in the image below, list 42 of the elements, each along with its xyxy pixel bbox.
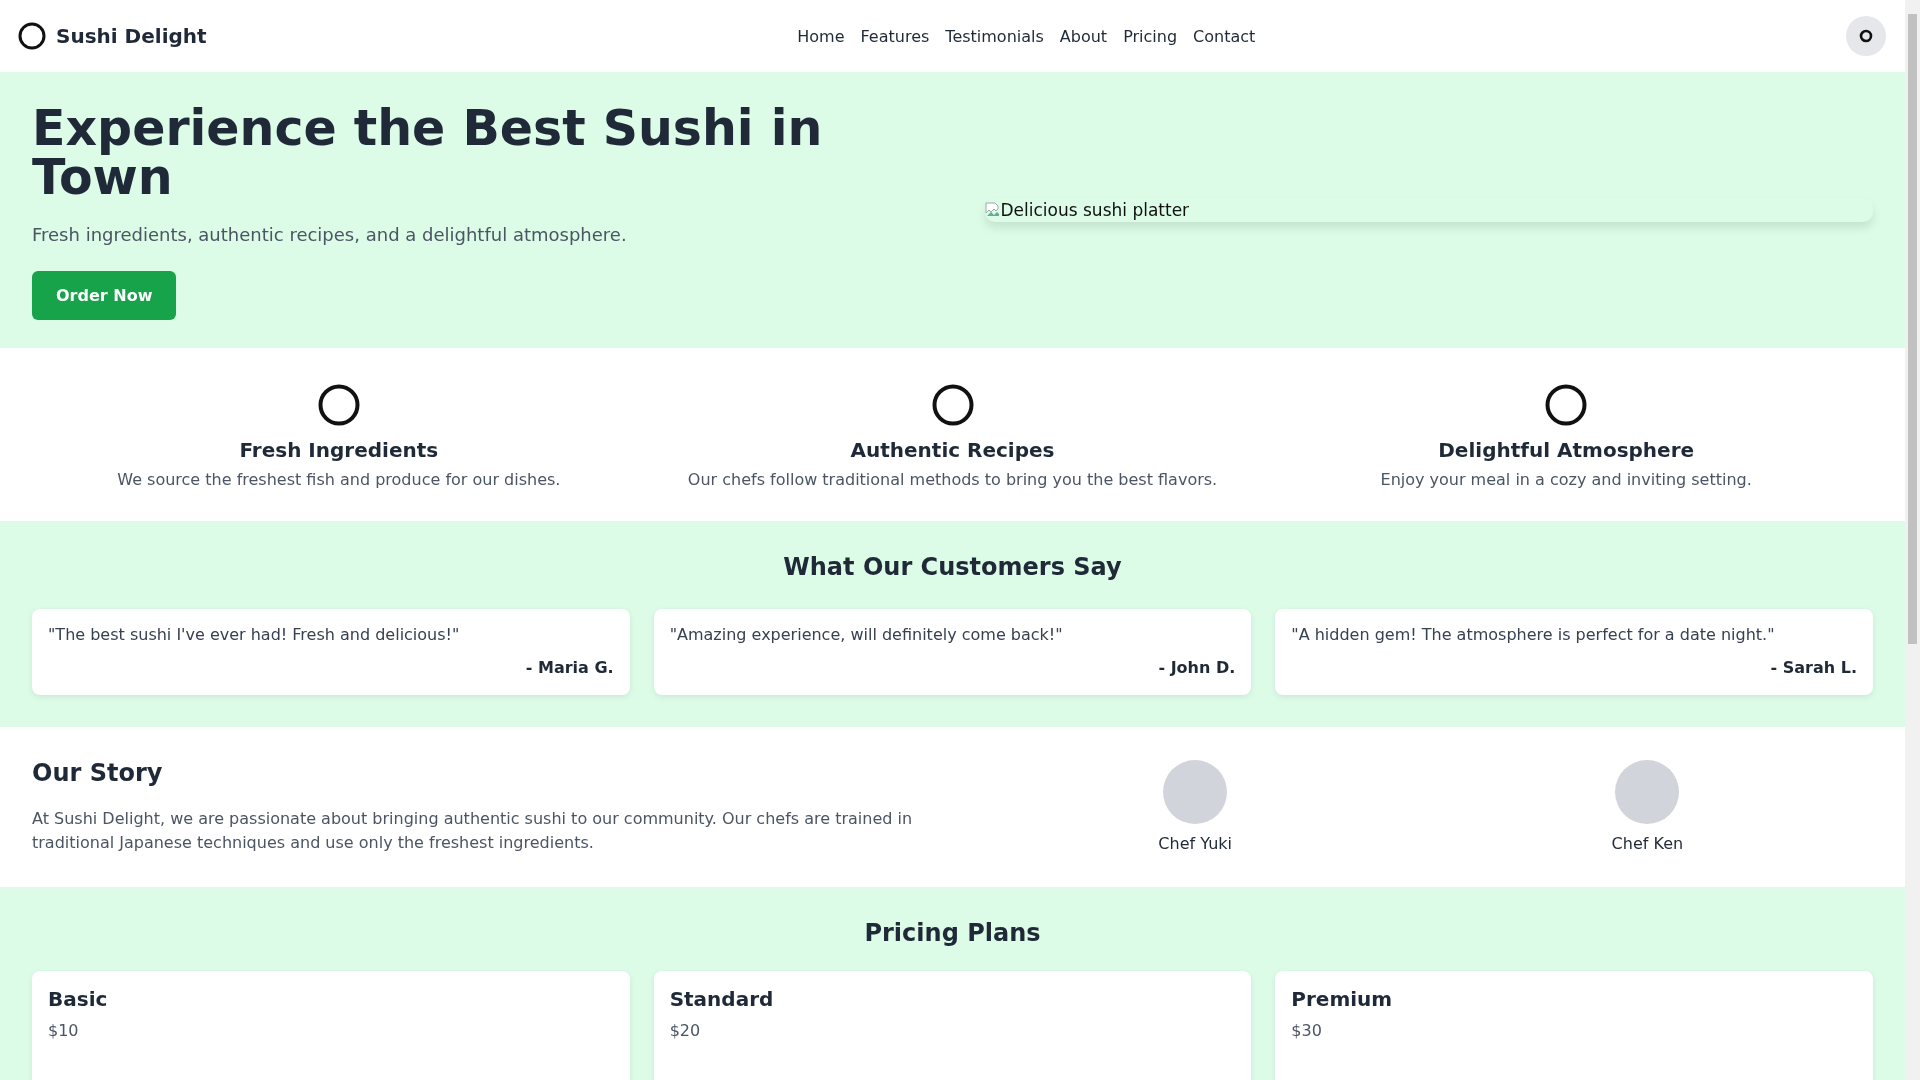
plan-name: Premium — [1291, 987, 1394, 1011]
ring-icon — [1859, 29, 1873, 43]
nav-link[interactable]: Home — [797, 26, 845, 46]
nav-link[interactable]: Pricing — [1123, 26, 1178, 46]
testimonial-author: - Sarah L. — [1769, 658, 1857, 677]
nav-link[interactable]: About — [1059, 26, 1108, 46]
plan-name: Basic — [48, 987, 109, 1011]
circle-icon — [18, 22, 46, 50]
nav-link[interactable]: Testimonials — [945, 26, 1044, 46]
feature-title: Delightful Atmosphere — [1438, 438, 1695, 462]
nav-link[interactable]: Features — [860, 26, 930, 46]
circle-icon — [1545, 384, 1588, 426]
story-text: At Sushi Delight, we are passionate about bringing authentic sushi to our community. Our chefs are trained in traditional Japanese techniques and use only the freshest ingredients. — [32, 808, 914, 854]
brand-name[interactable]: Sushi Delight — [56, 24, 207, 48]
feature-title: Fresh Ingredients — [239, 438, 439, 462]
feature-text: Enjoy your meal in a cozy and inviting setting. — [1380, 470, 1752, 489]
feature-text: Our chefs follow traditional methods to bring you the best flavors. — [687, 470, 1218, 489]
plan-price: $10 — [48, 1021, 80, 1040]
testimonial-quote: "Amazing experience, will definitely come back!" — [669, 625, 1064, 644]
circle-icon — [931, 384, 974, 426]
nav-link[interactable]: Contact — [1193, 26, 1256, 46]
testimonial-author: - John D. — [1157, 658, 1236, 677]
feature-text: We source the freshest fish and produce for our dishes. — [117, 470, 561, 489]
circle-icon — [317, 384, 360, 426]
broken-image: Delicious sushi platter — [984, 198, 1873, 222]
plan-price: $30 — [1291, 1021, 1323, 1040]
feature-title: Authentic Recipes — [850, 438, 1055, 462]
hero-subtitle: Fresh ingredients, authentic recipes, and a delightful atmosphere. — [32, 224, 628, 245]
theme-toggle-button[interactable] — [1846, 16, 1886, 56]
section-heading: What Our Customers Say — [782, 553, 1123, 581]
section-heading: Pricing Plans — [863, 919, 1042, 947]
section-heading: Our Story — [32, 759, 164, 787]
hero-title: Experience the Best Sushi in Town — [32, 104, 824, 202]
testimonial-author: - Maria G. — [524, 658, 614, 677]
plan-name: Standard — [669, 987, 775, 1011]
broken-image-icon — [984, 202, 1001, 218]
chef-name: Chef Ken — [1611, 834, 1684, 853]
testimonial-quote: "The best sushi I've ever had! Fresh and delicious!" — [48, 625, 461, 644]
scrollbar[interactable] — [1905, 0, 1920, 1080]
testimonial-quote: "A hidden gem! The atmosphere is perfect for a date night." — [1291, 625, 1776, 644]
plan-price: $20 — [669, 1021, 702, 1040]
chef-name: Chef Yuki — [1158, 834, 1232, 853]
